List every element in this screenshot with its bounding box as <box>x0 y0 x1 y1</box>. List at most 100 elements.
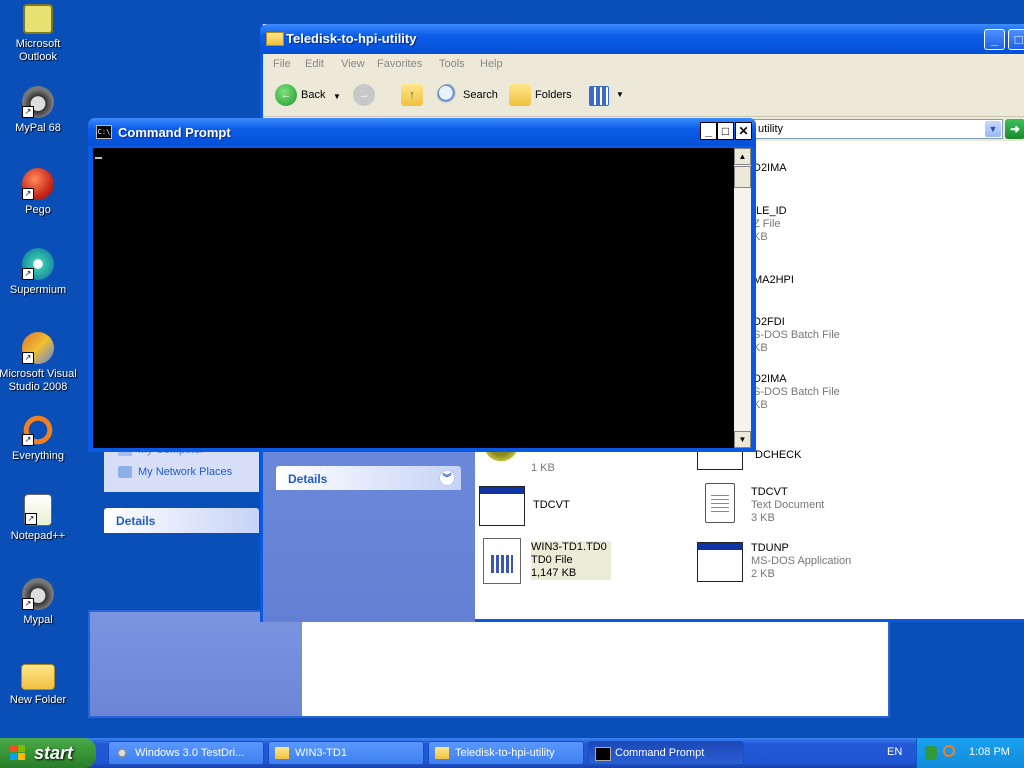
taskbar-item-command-prompt[interactable]: Command Prompt <box>588 741 744 765</box>
file-name: TDCVT <box>751 486 788 498</box>
chevron-down-icon[interactable]: ︾ <box>439 470 455 486</box>
desktop-icon-visual-studio[interactable]: ↗ Microsoft Visual Studio 2008 <box>0 332 78 394</box>
outlook-icon <box>23 4 53 34</box>
file-type: Z File <box>753 218 781 230</box>
folder-icon <box>266 32 284 46</box>
file-type: S-DOS Batch File <box>753 386 840 398</box>
scroll-down-icon[interactable]: ▼ <box>734 431 751 448</box>
address-text: utility <box>758 123 784 135</box>
file-type: S-DOS Batch File <box>753 329 840 341</box>
taskbar-item-label: Command Prompt <box>615 747 705 759</box>
desktop-icon-new-folder[interactable]: New Folder <box>0 660 78 707</box>
windows-logo-icon <box>10 745 26 761</box>
td0-file-icon <box>483 538 521 584</box>
taskbar-item-teledisk[interactable]: Teledisk-to-hpi-utility <box>428 741 584 765</box>
desktop-icon-outlook[interactable]: Microsoft Outlook <box>0 4 78 64</box>
go-button[interactable]: ➜ <box>1005 119 1024 139</box>
close-button[interactable]: ✕ <box>735 122 752 140</box>
details-panel-header-back[interactable]: Details <box>104 508 259 533</box>
back-dropdown-icon[interactable]: ▼ <box>333 92 341 101</box>
maximize-button[interactable]: □ <box>717 122 734 140</box>
details-panel-header[interactable]: Details ︾ <box>276 466 461 490</box>
desktop-icon-notepadpp[interactable]: ↗ Notepad++ <box>0 494 78 543</box>
desktop-icon-label: Notepad++ <box>10 530 66 542</box>
toolbar: ← Back ▼ → ↑ Search Folders ▼ <box>263 76 1024 117</box>
file-item[interactable]: WIN3-TD1.TD0 TD0 File 1,147 KB <box>483 538 611 584</box>
file-name: ILE_ID <box>753 205 787 217</box>
address-dropdown-icon[interactable]: ▼ <box>985 121 1001 137</box>
taskbar-item-label: WIN3-TD1 <box>295 747 347 759</box>
folders-button[interactable]: Folders <box>509 84 579 108</box>
views-dropdown-icon: ▼ <box>616 90 624 99</box>
visual-studio-icon: ↗ <box>22 332 54 364</box>
menu-file[interactable]: File <box>273 58 291 70</box>
desktop-icon-mypal[interactable]: ↗ Mypal <box>0 578 78 627</box>
file-size: 3 KB <box>751 512 775 524</box>
file-name: D2IMA <box>753 373 787 385</box>
menu-edit[interactable]: Edit <box>305 58 324 70</box>
forward-button[interactable]: → <box>353 84 383 108</box>
window-title: Teledisk-to-hpi-utility <box>286 31 417 46</box>
file-type: TD0 File <box>531 554 573 566</box>
cmd-titlebar[interactable]: C:\ Command Prompt _ □ ✕ <box>88 118 756 146</box>
taskbar-item-testdrive[interactable]: Windows 3.0 TestDri... <box>108 741 264 765</box>
menu-favorites[interactable]: Favorites <box>377 58 422 70</box>
language-indicator[interactable]: EN <box>887 746 902 758</box>
file-name: D2FDI <box>753 316 785 328</box>
vertical-scrollbar[interactable]: ▲ ▼ <box>734 148 751 448</box>
maximize-button[interactable]: □ <box>1008 29 1024 50</box>
desktop-icon-label: Everything <box>12 450 64 462</box>
folder-icon <box>275 747 289 759</box>
network-places-icon <box>118 466 132 479</box>
address-input[interactable]: utility ▼ <box>743 119 1003 139</box>
views-button[interactable]: ▼ <box>589 84 625 108</box>
desktop-icon-everything[interactable]: ↗ Everything <box>0 414 78 463</box>
up-folder-icon: ↑ <box>401 84 423 106</box>
desktop-icon-pego[interactable]: ↗ Pego <box>0 168 78 217</box>
gear-icon <box>115 747 129 759</box>
file-name: WIN3-TD1.TD0 <box>531 541 607 553</box>
search-label: Search <box>463 89 498 101</box>
menu-help[interactable]: Help <box>480 58 503 70</box>
command-prompt-window[interactable]: C:\ Command Prompt _ □ ✕ ▲ ▼ <box>88 118 756 452</box>
file-size: 1 KB <box>531 462 555 474</box>
text-document-icon <box>705 483 735 523</box>
details-header-label: Details <box>288 472 328 486</box>
search-icon[interactable] <box>943 745 955 757</box>
file-type: Text Document <box>751 499 825 511</box>
console-output[interactable] <box>93 148 734 448</box>
notepadpp-icon: ↗ <box>24 494 52 526</box>
file-size: 2 KB <box>751 568 775 580</box>
supermium-icon: ↗ <box>22 248 54 280</box>
file-name: D2IMA <box>753 162 787 174</box>
up-folder-button[interactable]: ↑ <box>401 84 425 108</box>
minimize-button[interactable]: _ <box>700 122 717 140</box>
explorer-titlebar[interactable]: Teledisk-to-hpi-utility _ □ <box>260 24 1024 54</box>
desktop-icon-label: Mypal <box>23 614 53 626</box>
desktop-icon-supermium[interactable]: ↗ Supermium <box>0 248 78 297</box>
background-explorer-window[interactable] <box>88 610 890 718</box>
window-title: Command Prompt <box>118 125 231 140</box>
file-name: TDCVT <box>533 499 570 511</box>
background-task-pane <box>90 612 302 716</box>
back-arrow-icon: ← <box>275 84 297 106</box>
scroll-up-icon[interactable]: ▲ <box>734 148 751 165</box>
taskbar: start Windows 3.0 TestDri... WIN3-TD1 Te… <box>0 738 1024 768</box>
menu-tools[interactable]: Tools <box>439 58 465 70</box>
details-header-label: Details <box>116 514 156 528</box>
taskbar-item-win3-td1[interactable]: WIN3-TD1 <box>268 741 424 765</box>
shortcut-arrow-icon: ↗ <box>22 268 34 280</box>
place-network[interactable]: My Network Places <box>118 466 232 479</box>
minimize-button[interactable]: _ <box>984 29 1005 50</box>
file-size: 1,147 KB <box>531 567 577 579</box>
file-size: KB <box>753 399 768 411</box>
folders-label: Folders <box>535 89 572 101</box>
tray-app-icon[interactable] <box>925 746 937 760</box>
search-button[interactable]: Search <box>437 84 503 108</box>
start-button[interactable]: start <box>0 738 96 768</box>
clock[interactable]: 1:08 PM <box>969 746 1010 758</box>
desktop-icon-mypal68[interactable]: ↗ MyPal 68 <box>0 86 78 135</box>
scroll-thumb[interactable] <box>734 166 751 188</box>
menu-bar: File Edit View Favorites Tools Help <box>263 54 1024 77</box>
menu-view[interactable]: View <box>341 58 365 70</box>
